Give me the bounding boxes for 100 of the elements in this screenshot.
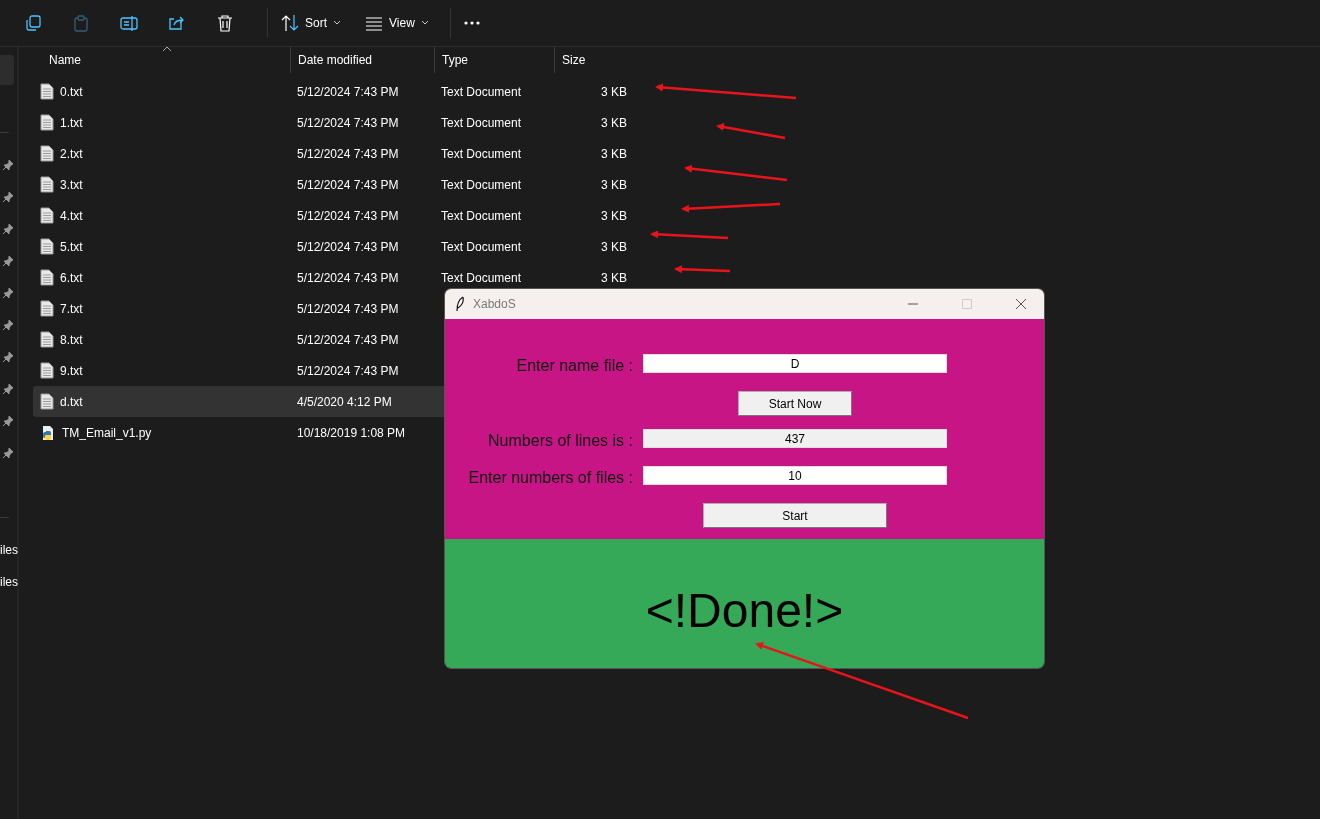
file-row[interactable]: 2.txt 5/12/2024 7:43 PM Text Document 3 KB xyxy=(33,138,635,169)
trash-icon xyxy=(216,14,234,32)
copy-icon xyxy=(24,14,42,32)
pin-icon[interactable] xyxy=(2,223,14,235)
file-name[interactable]: d.txt xyxy=(60,392,83,411)
pin-icon[interactable] xyxy=(2,287,14,299)
file-name[interactable]: 1.txt xyxy=(60,113,83,132)
input-field[interactable]: 10 xyxy=(643,466,947,485)
text-file-icon xyxy=(40,176,54,193)
sort-caret-icon xyxy=(162,46,172,52)
input-field[interactable]: 437 xyxy=(643,429,947,448)
size-cell: 3 KB xyxy=(601,177,627,192)
nav-item-label[interactable]: iles xyxy=(0,573,18,591)
size-cell: 3 KB xyxy=(601,208,627,223)
file-name[interactable]: 5.txt xyxy=(60,237,83,256)
file-name[interactable]: 8.txt xyxy=(60,330,83,349)
text-file-icon xyxy=(40,114,54,131)
annotation-arrow xyxy=(674,265,731,274)
size-cell: 3 KB xyxy=(601,270,627,285)
file-name[interactable]: 2.txt xyxy=(60,144,83,163)
caret-icon xyxy=(333,20,341,26)
file-name[interactable]: 3.txt xyxy=(60,175,83,194)
text-file-icon xyxy=(40,238,54,255)
date-cell: 5/12/2024 7:43 PM xyxy=(297,208,399,223)
date-cell: 5/12/2024 7:43 PM xyxy=(297,301,399,316)
caret-icon xyxy=(420,20,429,26)
field-label: Enter numbers of files : xyxy=(467,468,633,488)
text-file-icon xyxy=(40,207,54,224)
start-button[interactable]: Start xyxy=(703,503,887,528)
file-row[interactable]: 4.txt 5/12/2024 7:43 PM Text Document 3 KB xyxy=(33,200,635,231)
date-cell: 5/12/2024 7:43 PM xyxy=(297,146,399,161)
file-row[interactable]: 6.txt 5/12/2024 7:43 PM Text Document 3 KB xyxy=(33,262,635,293)
close-icon xyxy=(1015,298,1027,310)
pin-icon[interactable] xyxy=(2,159,14,171)
file-name[interactable]: 7.txt xyxy=(60,299,83,318)
date-cell: 4/5/2020 4:12 PM xyxy=(297,394,392,409)
type-cell: Text Document xyxy=(441,208,522,223)
pin-icon[interactable] xyxy=(2,191,14,203)
date-cell: 5/12/2024 7:43 PM xyxy=(297,332,399,347)
text-file-icon xyxy=(40,331,54,348)
date-cell: 5/12/2024 7:43 PM xyxy=(297,239,399,254)
file-name[interactable]: TM_Email_v1.py xyxy=(62,423,152,442)
file-row[interactable]: 5.txt 5/12/2024 7:43 PM Text Document 3 KB xyxy=(33,231,635,262)
status-text: <!Done!> xyxy=(645,583,844,639)
view-button[interactable]: View xyxy=(360,5,434,41)
file-name[interactable]: 6.txt xyxy=(60,268,83,287)
field-label: Enter name file : xyxy=(515,356,633,376)
type-cell: Text Document xyxy=(441,177,522,192)
pin-icon[interactable] xyxy=(2,447,14,459)
date-cell: 5/12/2024 7:43 PM xyxy=(297,115,399,130)
text-file-icon xyxy=(40,393,54,410)
list-lines-icon xyxy=(365,14,383,32)
sort-button[interactable]: Sort xyxy=(276,5,346,41)
file-row[interactable]: 3.txt 5/12/2024 7:43 PM Text Document 3 KB xyxy=(33,169,635,200)
column-header[interactable]: Size xyxy=(562,51,586,69)
share-icon xyxy=(168,14,186,32)
annotation-arrow xyxy=(716,123,786,140)
pin-icon[interactable] xyxy=(2,319,14,331)
type-cell: Text Document xyxy=(441,270,522,285)
more-icon xyxy=(463,21,480,25)
file-name[interactable]: 9.txt xyxy=(60,361,83,380)
pin-icon[interactable] xyxy=(2,255,14,267)
size-cell: 3 KB xyxy=(601,146,627,161)
text-file-icon xyxy=(40,145,54,162)
file-row[interactable]: 0.txt 5/12/2024 7:43 PM Text Document 3 KB xyxy=(33,76,635,107)
file-row[interactable]: 1.txt 5/12/2024 7:43 PM Text Document 3 KB xyxy=(33,107,635,138)
pin-icon[interactable] xyxy=(2,351,14,363)
text-file-icon xyxy=(40,300,54,317)
date-cell: 5/12/2024 7:43 PM xyxy=(297,270,399,285)
feather-icon xyxy=(455,296,465,312)
clipboard-icon xyxy=(72,14,90,32)
text-file-icon xyxy=(40,362,54,379)
file-name[interactable]: 4.txt xyxy=(60,206,83,225)
column-header[interactable]: Name xyxy=(49,51,81,69)
sort-arrows-icon xyxy=(281,14,299,32)
rename-icon xyxy=(120,14,138,32)
file-row[interactable]: 8.txt 5/12/2024 7:43 PM xyxy=(33,324,635,355)
field-label: Numbers of lines is : xyxy=(487,431,633,451)
input-field[interactable]: D xyxy=(643,354,947,373)
maximize-icon xyxy=(961,298,973,310)
date-cell: 5/12/2024 7:43 PM xyxy=(297,84,399,99)
text-file-icon xyxy=(40,83,54,100)
size-cell: 3 KB xyxy=(601,239,627,254)
date-cell: 5/12/2024 7:43 PM xyxy=(297,363,399,378)
start-now-button[interactable]: Start Now xyxy=(738,391,852,416)
column-header[interactable]: Date modified xyxy=(298,51,373,69)
text-file-icon xyxy=(40,269,54,286)
date-cell: 10/18/2019 1:08 PM xyxy=(297,425,406,440)
type-cell: Text Document xyxy=(441,146,522,161)
size-cell: 3 KB xyxy=(601,84,627,99)
python-file-icon xyxy=(40,424,56,441)
nav-item-label[interactable]: iles xyxy=(0,541,18,559)
date-cell: 5/12/2024 7:43 PM xyxy=(297,177,399,192)
type-cell: Text Document xyxy=(441,239,522,254)
pin-icon[interactable] xyxy=(2,383,14,395)
window-title: XabdoS xyxy=(473,296,517,313)
file-name[interactable]: 0.txt xyxy=(60,82,83,101)
column-header[interactable]: Type xyxy=(442,51,468,69)
size-cell: 3 KB xyxy=(601,115,627,130)
pin-icon[interactable] xyxy=(2,415,14,427)
